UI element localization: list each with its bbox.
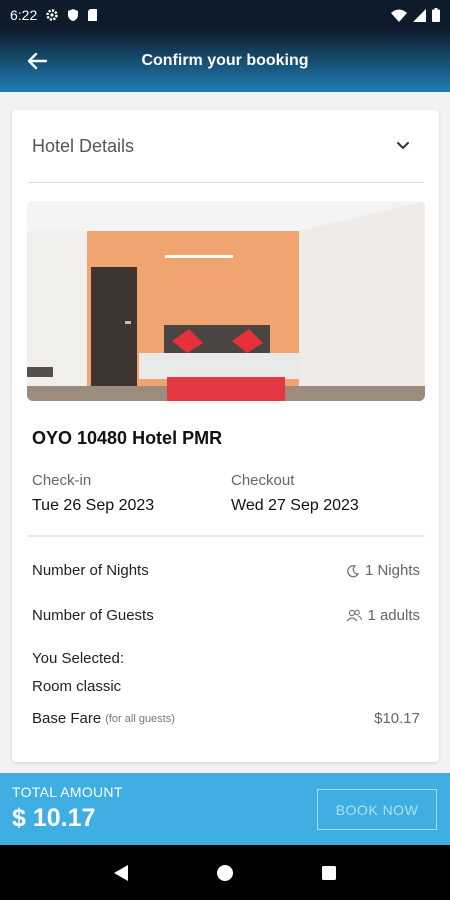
page-title: Confirm your booking (141, 52, 309, 69)
hotel-details-toggle[interactable]: Hotel Details (28, 110, 424, 183)
nights-label: Number of Nights (32, 562, 149, 579)
shield-icon (67, 8, 79, 22)
book-now-button[interactable]: BOOK NOW (317, 789, 437, 830)
base-fare-note: (for all guests) (105, 712, 175, 725)
square-recents-icon (321, 865, 336, 880)
base-fare-label: Base Fare (32, 710, 102, 727)
total-bar: TOTAL AMOUNT $ 10.17 BOOK NOW (0, 773, 450, 845)
checkout-value: Wed 27 Sep 2023 (231, 497, 359, 514)
room-type-row: Room classic (32, 678, 420, 695)
base-fare-value: $10.17 (374, 710, 420, 727)
selected-label: You Selected: (32, 650, 125, 667)
nav-back-button[interactable] (113, 864, 129, 882)
moon-icon (347, 564, 360, 577)
checkin-block: Check-in Tue 26 Sep 2023 (32, 472, 154, 515)
arrow-left-icon (27, 52, 47, 70)
nav-home-button[interactable] (216, 864, 234, 882)
room-type: Room classic (32, 678, 122, 695)
total-label: TOTAL AMOUNT (12, 784, 123, 800)
checkout-block: Checkout Wed 27 Sep 2023 (231, 472, 359, 515)
hotel-name: OYO 10480 Hotel PMR (32, 428, 223, 448)
selected-row: You Selected: (32, 650, 420, 667)
sd-card-icon (87, 8, 98, 22)
status-time: 6:22 (10, 7, 38, 23)
signal-icon (413, 8, 426, 22)
checkin-value: Tue 26 Sep 2023 (32, 497, 155, 514)
checkout-label: Checkout (231, 472, 295, 489)
total-amount: $ 10.17 (12, 804, 96, 832)
checkin-label: Check-in (32, 472, 92, 489)
back-button[interactable] (24, 48, 50, 74)
nights-row: Number of Nights 1 Nights (32, 562, 420, 579)
guests-label: Number of Guests (32, 607, 154, 624)
booking-card: Hotel Details OYO 10480 Hotel PMR Check-… (12, 110, 439, 762)
nights-value: 1 Nights (364, 562, 420, 579)
status-bar: 6:22 (0, 0, 450, 30)
chevron-down-icon (396, 137, 410, 155)
hotel-room-image (27, 201, 425, 401)
section-title: Hotel Details (32, 135, 135, 156)
divider (27, 535, 425, 537)
base-fare-row: Base Fare (for all guests) $10.17 (32, 710, 420, 727)
people-icon (346, 609, 363, 622)
settings-icon (45, 8, 59, 22)
guests-value: 1 adults (367, 607, 420, 624)
guests-row: Number of Guests 1 adults (32, 607, 420, 624)
triangle-back-icon (114, 864, 129, 881)
circle-home-icon (216, 864, 233, 881)
nav-recents-button[interactable] (321, 865, 337, 881)
app-bar: Confirm your booking (0, 30, 450, 92)
battery-icon (432, 8, 440, 22)
system-nav-bar (0, 845, 450, 900)
wifi-icon (391, 9, 407, 22)
